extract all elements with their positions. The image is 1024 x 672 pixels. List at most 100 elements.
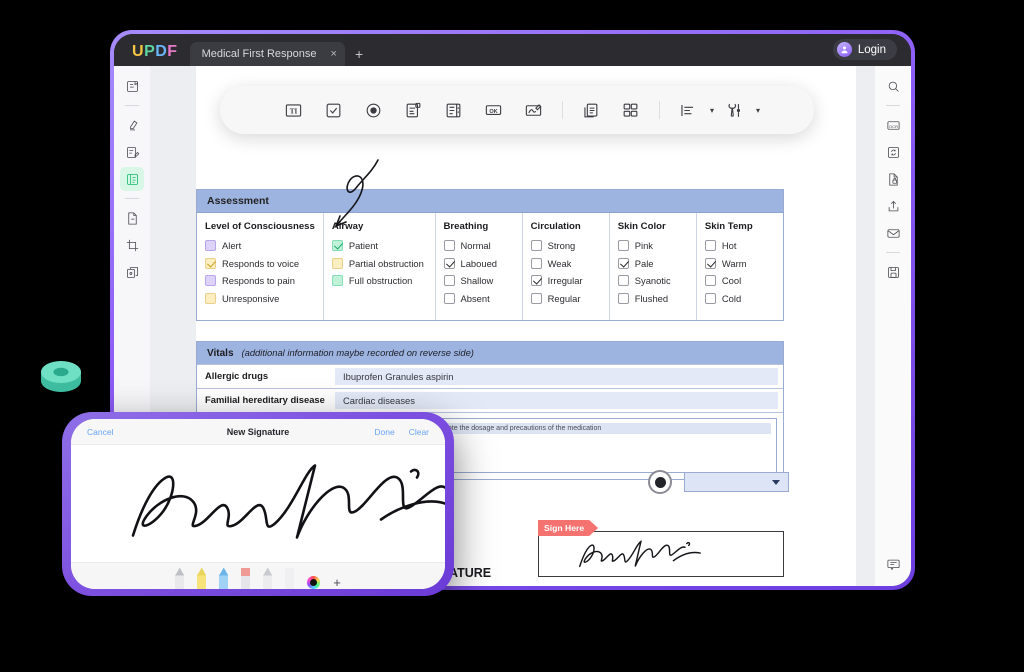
checkbox-option[interactable]: Cool <box>704 275 775 286</box>
checkbox-option[interactable]: Pale <box>617 257 688 269</box>
checkbox-option[interactable]: Absent <box>443 292 514 304</box>
checkbox-option[interactable]: Shallow <box>443 275 514 286</box>
checkbox-icon[interactable] <box>704 275 716 286</box>
document-tab[interactable]: Medical First Response × <box>189 42 345 66</box>
checkbox-icon[interactable] <box>205 292 216 304</box>
login-button[interactable]: Login <box>832 39 897 60</box>
done-button[interactable]: Done <box>374 427 394 437</box>
align-icon <box>681 104 694 116</box>
signature-canvas[interactable] <box>71 445 445 562</box>
checkbox-icon[interactable] <box>617 257 629 269</box>
checkbox-icon[interactable] <box>443 257 455 269</box>
checkbox-option[interactable]: Partial obstruction <box>331 257 427 269</box>
hereditary-disease-field[interactable]: Cardiac diseases <box>335 392 778 409</box>
checkbox-option[interactable]: Strong <box>530 240 601 251</box>
eraser-tool[interactable] <box>241 567 251 589</box>
checkbox-tool-button[interactable] <box>314 93 354 127</box>
tab-order-tool-button[interactable] <box>611 93 651 127</box>
checkbox-icon[interactable] <box>443 292 455 304</box>
sidebar-item-reader[interactable] <box>120 74 144 98</box>
checkbox-option[interactable]: Syanotic <box>617 275 688 286</box>
tools-icon-wrap[interactable] <box>714 93 754 127</box>
cancel-button[interactable]: Cancel <box>87 427 113 437</box>
clear-button[interactable]: Clear <box>409 427 429 437</box>
email-button[interactable] <box>881 221 905 245</box>
checkbox-option[interactable]: Hot <box>704 240 775 251</box>
option-label: Full obstruction <box>348 275 413 286</box>
checkbox-option[interactable]: Unresponsive <box>205 292 315 304</box>
share-button[interactable] <box>881 194 905 218</box>
protect-button[interactable] <box>881 167 905 191</box>
checkbox-option[interactable]: Patient <box>331 240 427 251</box>
checkbox-option[interactable]: Responds to pain <box>205 275 315 286</box>
checkbox-icon[interactable] <box>617 240 629 251</box>
checkbox-option[interactable]: Pink <box>617 240 688 251</box>
ocr-button[interactable]: OCR <box>881 113 905 137</box>
sidebar-item-prepare-form[interactable] <box>120 167 144 191</box>
checkbox-icon[interactable] <box>530 292 542 304</box>
sidebar-item-organize[interactable] <box>120 260 144 284</box>
dropdown-widget[interactable] <box>684 472 789 492</box>
comment-button[interactable] <box>881 552 905 576</box>
checkbox-option[interactable]: Normal <box>443 240 514 251</box>
checkbox-option[interactable]: Weak <box>530 257 601 269</box>
form-settings-button[interactable]: ▾ <box>714 93 760 127</box>
checkbox-icon[interactable] <box>704 257 716 269</box>
sidebar-item-page[interactable] <box>120 206 144 230</box>
checkbox-icon[interactable] <box>443 240 455 251</box>
search-button[interactable] <box>881 74 905 98</box>
checkbox-icon[interactable] <box>617 292 629 304</box>
sidebar-item-annotate[interactable] <box>120 113 144 137</box>
new-tab-button[interactable]: + <box>345 46 371 66</box>
signature-field[interactable]: Sign Here <box>538 531 784 577</box>
checkbox-icon[interactable] <box>704 240 716 251</box>
allergic-drugs-field[interactable]: Ibuprofen Granules aspirin <box>335 368 778 385</box>
combobox-tool-button[interactable] <box>394 93 434 127</box>
marker-tool[interactable] <box>219 567 229 589</box>
checkbox-icon[interactable] <box>205 257 216 269</box>
checkbox-icon[interactable] <box>331 257 343 269</box>
checkbox-icon[interactable] <box>205 275 216 286</box>
checkbox-option[interactable]: Warm <box>704 257 775 269</box>
checkbox-icon[interactable] <box>617 275 629 286</box>
radio-button-widget[interactable] <box>648 470 672 494</box>
checkbox-option[interactable]: Responds to voice <box>205 257 315 269</box>
text-field-tool-button[interactable]: TI <box>274 93 314 127</box>
checkbox-icon[interactable] <box>530 240 542 251</box>
pushbutton-tool-button[interactable]: OK <box>474 93 514 127</box>
checkbox-icon[interactable] <box>443 275 455 286</box>
checkbox-option[interactable]: Alert <box>205 240 315 251</box>
close-icon[interactable]: × <box>331 48 337 60</box>
listbox-tool-button[interactable] <box>434 93 474 127</box>
align-icon-wrap[interactable] <box>668 93 708 127</box>
checkbox-option[interactable]: Full obstruction <box>331 275 427 286</box>
sidebar-item-edit[interactable] <box>120 140 144 164</box>
checkbox-icon[interactable] <box>205 240 216 251</box>
ruler-tool[interactable] <box>285 567 295 589</box>
checkbox-icon[interactable] <box>331 275 343 286</box>
checkbox-option[interactable]: Cold <box>704 292 775 304</box>
chevron-down-icon[interactable]: ▾ <box>756 106 760 115</box>
checkbox-option[interactable]: Regular <box>530 292 601 304</box>
align-tool-button[interactable]: ▾ <box>668 93 714 127</box>
checkbox-option[interactable]: Irregular <box>530 275 601 286</box>
checkbox-icon[interactable] <box>530 275 542 286</box>
checkbox-option[interactable]: Flushed <box>617 292 688 304</box>
radio-dot <box>654 476 666 488</box>
chevron-down-icon[interactable] <box>772 479 780 485</box>
checkbox-icon[interactable] <box>704 292 716 304</box>
duplicate-tool-button[interactable] <box>571 93 611 127</box>
pencil-tool[interactable] <box>263 567 273 589</box>
pen-tool[interactable] <box>175 567 185 589</box>
convert-button[interactable] <box>881 140 905 164</box>
highlighter-tool[interactable] <box>197 567 207 589</box>
radio-tool-button[interactable] <box>354 93 394 127</box>
checkbox-option[interactable]: Laboued <box>443 257 514 269</box>
color-picker[interactable] <box>307 576 321 589</box>
save-button[interactable] <box>881 260 905 284</box>
add-tool-button[interactable]: + <box>333 576 341 589</box>
checkbox-icon[interactable] <box>331 240 343 251</box>
sidebar-item-crop[interactable] <box>120 233 144 257</box>
signature-tool-button[interactable] <box>514 93 554 127</box>
checkbox-icon[interactable] <box>530 257 542 269</box>
